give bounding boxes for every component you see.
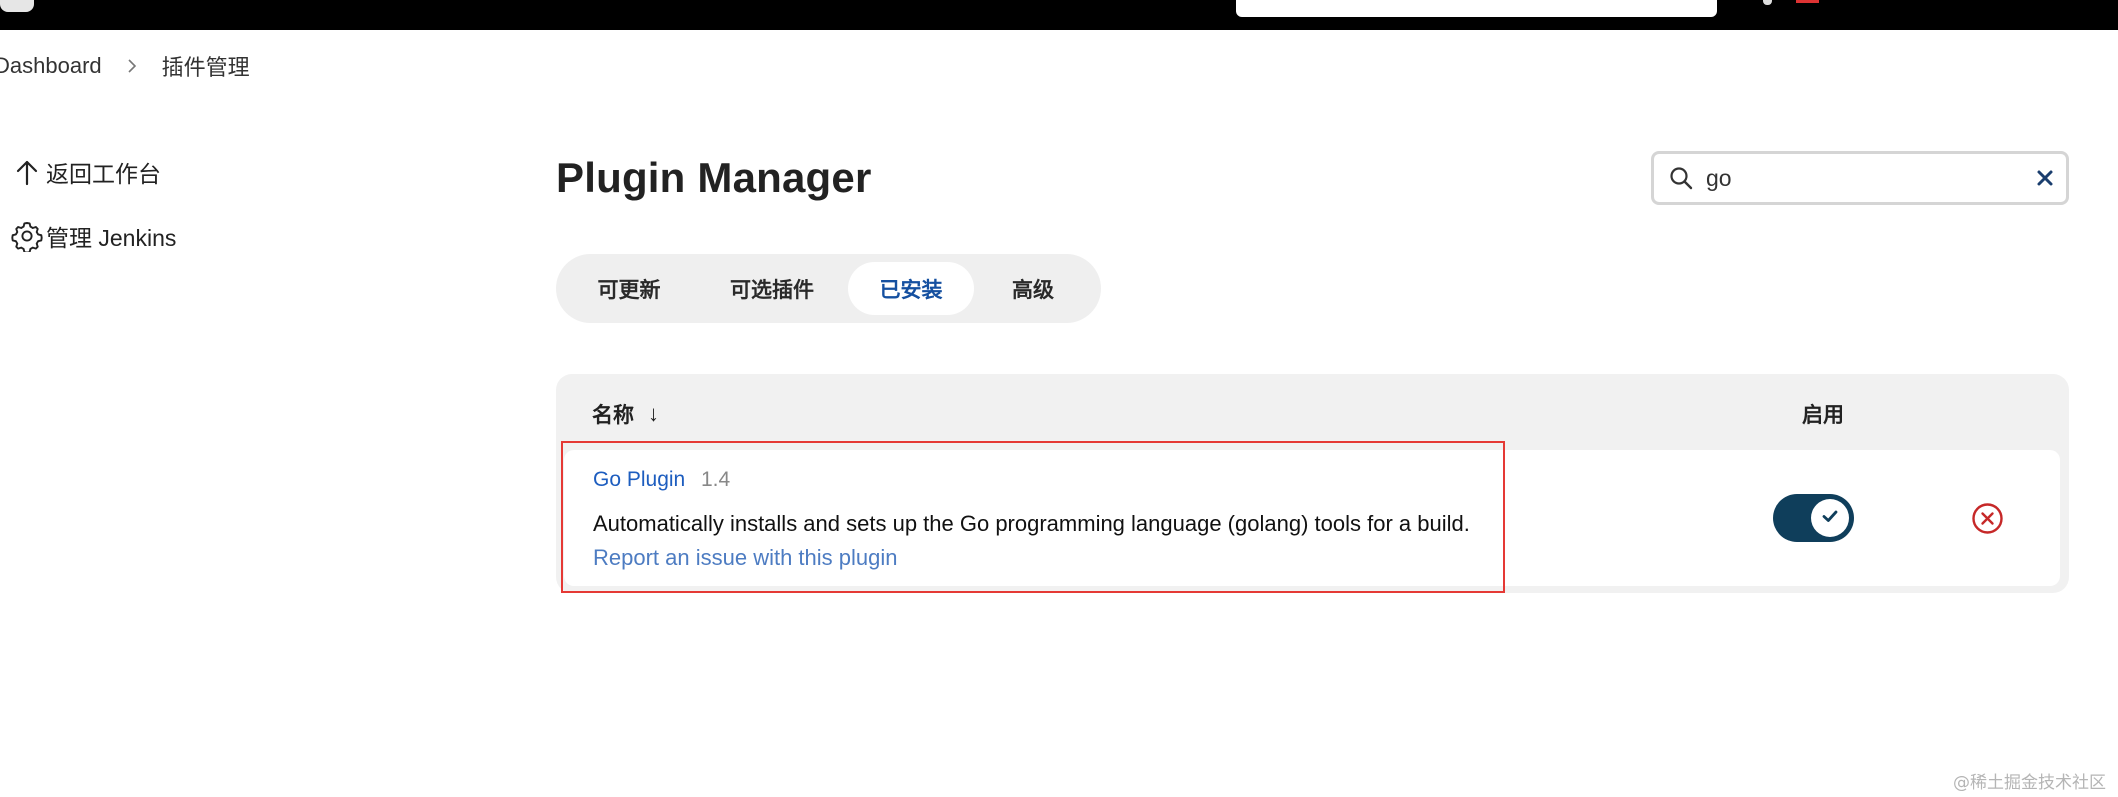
sidebar-item-back-to-dashboard[interactable]: 返回工作台 bbox=[10, 150, 176, 194]
close-circle-icon bbox=[1971, 503, 2004, 539]
plugin-search-box[interactable] bbox=[1651, 151, 2069, 205]
chevron-right-icon bbox=[124, 58, 140, 74]
check-icon bbox=[1820, 506, 1840, 531]
tab-installed[interactable]: 已安装 bbox=[848, 262, 974, 315]
uninstall-plugin-button[interactable] bbox=[1971, 502, 2004, 535]
gear-icon bbox=[10, 219, 44, 253]
alert-badge-icon[interactable] bbox=[1796, 0, 1819, 3]
toggle-knob bbox=[1811, 499, 1849, 537]
sidebar: 返回工作台 管理 Jenkins bbox=[10, 150, 176, 278]
top-navigation-bar bbox=[0, 0, 2118, 30]
search-icon bbox=[1668, 165, 1694, 191]
close-icon[interactable] bbox=[2036, 169, 2054, 187]
column-header-name-label: 名称 bbox=[592, 404, 634, 427]
column-header-name[interactable]: 名称 ↓ bbox=[592, 399, 659, 429]
watermark: @稀土掘金技术社区 bbox=[1953, 773, 2106, 793]
notification-icon[interactable] bbox=[1763, 0, 1772, 5]
plugin-version: 1.4 bbox=[701, 468, 731, 491]
report-issue-link[interactable]: Report an issue with this plugin bbox=[593, 545, 898, 571]
sidebar-item-label: 返回工作台 bbox=[46, 161, 161, 187]
plugin-enabled-toggle[interactable] bbox=[1773, 494, 1854, 542]
tab-updates[interactable]: 可更新 bbox=[562, 262, 696, 315]
page-title: Plugin Manager bbox=[556, 154, 872, 201]
breadcrumb-dashboard[interactable]: Dashboard bbox=[0, 53, 102, 79]
arrow-up-icon bbox=[10, 155, 44, 189]
sidebar-item-manage-jenkins[interactable]: 管理 Jenkins bbox=[10, 214, 176, 258]
column-header-enabled: 启用 bbox=[1802, 404, 1844, 427]
sidebar-item-label: 管理 Jenkins bbox=[46, 225, 177, 251]
global-search-input[interactable] bbox=[1236, 0, 1717, 17]
breadcrumb: Dashboard 插件管理 bbox=[0, 50, 250, 82]
tab-available[interactable]: 可选插件 bbox=[696, 262, 848, 315]
breadcrumb-plugin-manager[interactable]: 插件管理 bbox=[162, 50, 250, 82]
tab-advanced[interactable]: 高级 bbox=[974, 262, 1092, 315]
plugin-tabs: 可更新 可选插件 已安装 高级 bbox=[556, 254, 1101, 323]
plugin-name-link[interactable]: Go Plugin bbox=[593, 468, 685, 492]
jenkins-logo[interactable] bbox=[0, 0, 34, 12]
plugin-search-input[interactable] bbox=[1706, 164, 2006, 192]
plugin-description: Automatically installs and sets up the G… bbox=[593, 511, 1470, 536]
sort-arrow-icon: ↓ bbox=[648, 401, 659, 426]
